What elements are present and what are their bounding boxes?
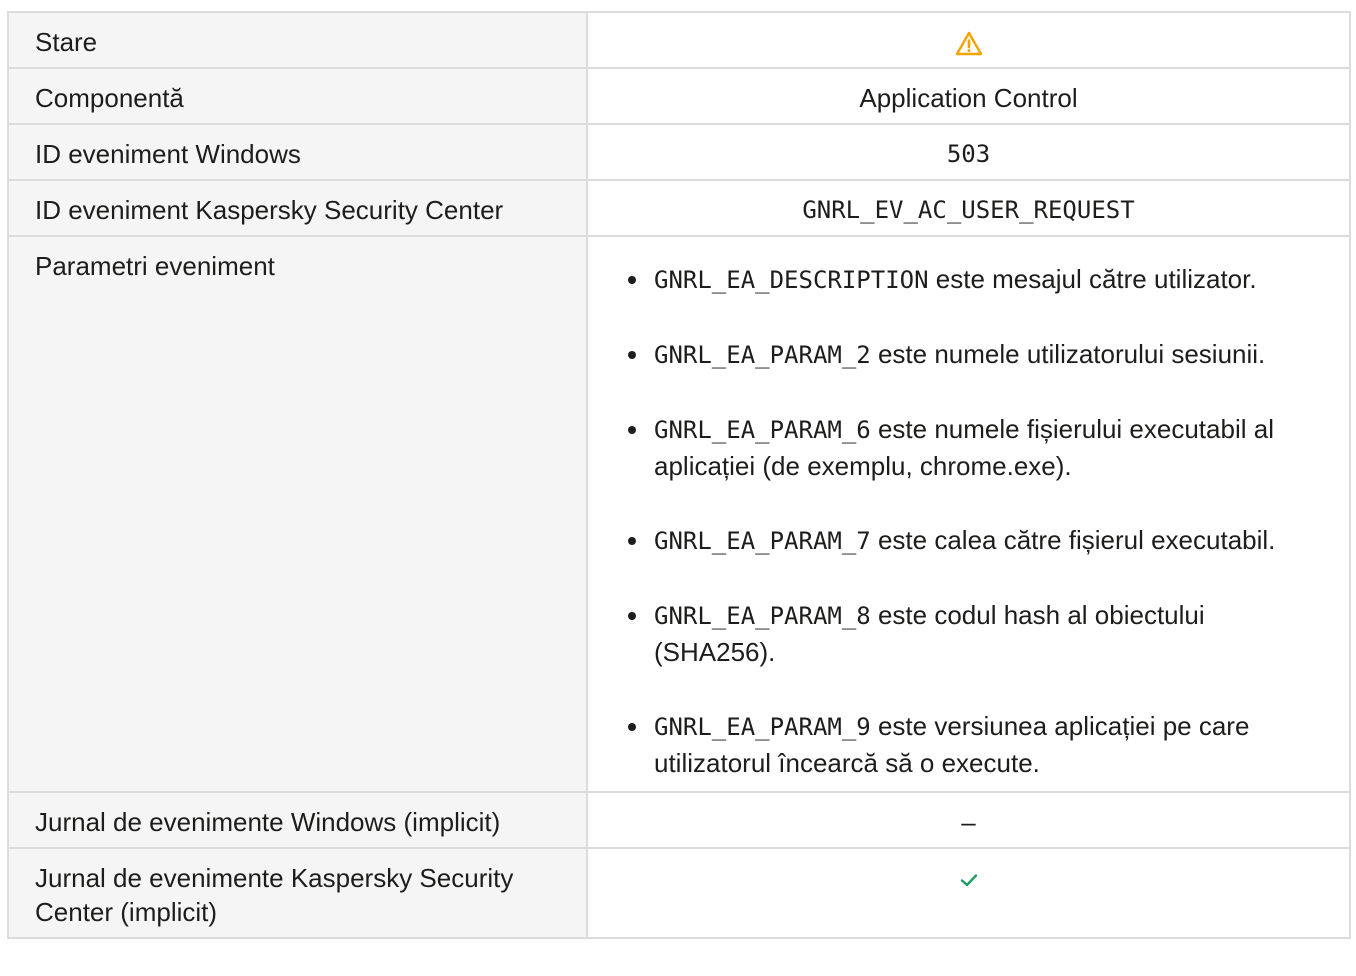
- event-params-list: GNRL_EA_DESCRIPTION este mesajul către u…: [628, 261, 1329, 781]
- status-label: Stare: [7, 11, 588, 69]
- param-description: este mesajul către utilizator.: [928, 264, 1257, 294]
- component-label: Componentă: [7, 67, 588, 125]
- component-value: Application Control: [586, 67, 1351, 125]
- param-code: GNRL_EA_PARAM_8: [654, 602, 871, 630]
- checkmark-icon: [960, 874, 977, 887]
- event-params-label: Parametri eveniment: [7, 235, 588, 793]
- row-component: Componentă Application Control: [7, 67, 1351, 125]
- row-status: Stare: [7, 11, 1351, 69]
- list-item: GNRL_EA_DESCRIPTION este mesajul către u…: [628, 261, 1329, 298]
- row-ksc-log: Jurnal de evenimente Kaspersky Security …: [7, 847, 1351, 939]
- row-windows-log: Jurnal de evenimente Windows (implicit) …: [7, 791, 1351, 849]
- event-properties-table: Stare Componentă Application Control ID …: [7, 11, 1351, 939]
- param-code: GNRL_EA_PARAM_7: [654, 527, 871, 555]
- event-params-value: GNRL_EA_DESCRIPTION este mesajul către u…: [586, 235, 1351, 793]
- row-windows-event-id: ID eveniment Windows 503: [7, 123, 1351, 181]
- windows-event-id-value: 503: [586, 123, 1351, 181]
- list-item: GNRL_EA_PARAM_9 este versiunea aplicație…: [628, 708, 1329, 781]
- windows-log-label: Jurnal de evenimente Windows (implicit): [7, 791, 588, 849]
- list-item: GNRL_EA_PARAM_6 este numele fișierului e…: [628, 411, 1329, 484]
- list-item: GNRL_EA_PARAM_8 este codul hash al obiec…: [628, 597, 1329, 670]
- warning-icon: [955, 31, 982, 56]
- param-code: GNRL_EA_PARAM_2: [654, 341, 871, 369]
- param-description: este numele utilizatorului sesiunii.: [870, 339, 1266, 369]
- list-item: GNRL_EA_PARAM_7 este calea către fișieru…: [628, 522, 1329, 559]
- ksc-log-value: [586, 847, 1351, 939]
- param-code: GNRL_EA_PARAM_9: [654, 713, 871, 741]
- param-code: GNRL_EA_DESCRIPTION: [654, 266, 929, 294]
- row-event-params: Parametri eveniment GNRL_EA_DESCRIPTION …: [7, 235, 1351, 793]
- row-ksc-event-id: ID eveniment Kaspersky Security Center G…: [7, 179, 1351, 237]
- ksc-log-label: Jurnal de evenimente Kaspersky Security …: [7, 847, 588, 939]
- param-description: este calea către fișierul executabil.: [870, 525, 1276, 555]
- windows-log-value: –: [586, 791, 1351, 849]
- list-item: GNRL_EA_PARAM_2 este numele utilizatorul…: [628, 336, 1329, 373]
- status-value: [586, 11, 1351, 69]
- windows-event-id-label: ID eveniment Windows: [7, 123, 588, 181]
- param-code: GNRL_EA_PARAM_6: [654, 416, 871, 444]
- ksc-event-id-value: GNRL_EV_AC_USER_REQUEST: [586, 179, 1351, 237]
- ksc-event-id-label: ID eveniment Kaspersky Security Center: [7, 179, 588, 237]
